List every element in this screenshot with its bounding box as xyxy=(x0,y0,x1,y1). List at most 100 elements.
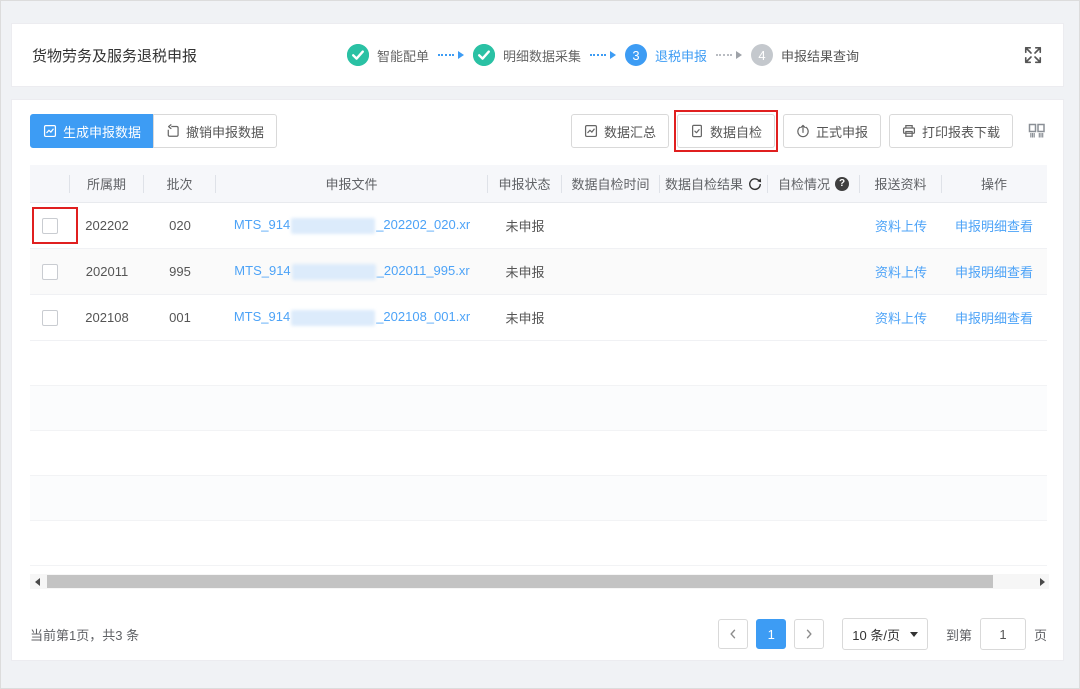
file-link[interactable]: MTS_914 _202108_001.xr xyxy=(234,309,470,326)
step-arrow-icon xyxy=(716,51,743,59)
row-checkbox[interactable] xyxy=(42,263,58,280)
toolbar: 生成申报数据 撤销申报数据 数据汇总 数据自检 正式申报 打印报表下载 xyxy=(30,110,1047,152)
button-label: 数据汇总 xyxy=(603,124,656,140)
cell-period: 202108 xyxy=(85,310,129,325)
prev-page-button[interactable] xyxy=(718,619,749,649)
cell-period: 202011 xyxy=(85,264,129,279)
button-label: 撤销申报数据 xyxy=(186,124,265,140)
cell-batch: 020 xyxy=(169,218,191,233)
cell-period: 202202 xyxy=(85,218,129,233)
main-card: 生成申报数据 撤销申报数据 数据汇总 数据自检 正式申报 打印报表下载 所属期 … xyxy=(11,99,1064,661)
row-checkbox[interactable] xyxy=(42,217,58,234)
cell-batch: 995 xyxy=(169,264,191,279)
page-size-value: 10 条/页 xyxy=(852,627,900,643)
upload-link[interactable]: 资料上传 xyxy=(875,216,927,235)
file-link[interactable]: MTS_914 _202011_995.xr xyxy=(234,263,470,280)
header-batch: 批次 xyxy=(144,174,216,193)
fullscreen-expand-icon[interactable] xyxy=(1023,45,1043,65)
upload-link[interactable]: 资料上传 xyxy=(875,308,927,327)
pagination-bar: 当前第1页，共3 条 1 10 条/页 到第 页 xyxy=(30,616,1047,652)
step-smart-matching[interactable]: 智能配单 xyxy=(346,44,429,66)
step-detail-collect[interactable]: 明细数据采集 xyxy=(472,44,581,66)
step-label: 明细数据采集 xyxy=(502,48,581,64)
cell-status: 未申报 xyxy=(505,311,545,326)
pagination-controls: 1 10 条/页 到第 页 xyxy=(718,618,1047,650)
empty-row xyxy=(30,521,1047,566)
button-label: 数据自检 xyxy=(709,124,762,140)
check-circle-icon xyxy=(346,44,369,66)
data-summary-button[interactable]: 数据汇总 xyxy=(570,114,669,148)
horizontal-scrollbar[interactable] xyxy=(30,574,1049,589)
redaction-blur xyxy=(291,217,376,234)
button-label: 正式申报 xyxy=(815,124,868,140)
upload-link[interactable]: 资料上传 xyxy=(875,262,927,281)
document-check-icon xyxy=(690,124,704,138)
chart-icon xyxy=(584,124,598,138)
cell-file: MTS_914 _202011_995.xr xyxy=(216,263,488,280)
step-arrow-icon xyxy=(437,51,464,59)
cell-status: 未申报 xyxy=(505,219,545,234)
header-period: 所属期 xyxy=(70,174,144,193)
check-circle-icon xyxy=(472,44,495,66)
header-file: 申报文件 xyxy=(216,174,488,193)
goto-page-group: 到第 页 xyxy=(946,618,1047,650)
goto-suffix-label: 页 xyxy=(1033,627,1047,643)
chart-icon xyxy=(43,124,57,138)
self-check-annotation-wrap: 数据自检 xyxy=(673,110,778,152)
empty-row xyxy=(30,341,1047,386)
formal-declare-button[interactable]: 正式申报 xyxy=(782,114,881,148)
column-settings-icon[interactable] xyxy=(1027,121,1047,141)
header-status: 申报状态 xyxy=(488,174,562,193)
button-label: 打印报表下载 xyxy=(921,124,1000,140)
app-screen: 货物劳务及服务退税申报 智能配单 明细数据采集 3 退税申报 4 申报结果查询 … xyxy=(0,0,1080,689)
header-check-result: 数据自检结果 xyxy=(660,174,768,193)
wizard-stepper: 智能配单 明细数据采集 3 退税申报 4 申报结果查询 xyxy=(197,44,1009,66)
header-card: 货物劳务及服务退税申报 智能配单 明细数据采集 3 退税申报 4 申报结果查询 xyxy=(11,23,1064,87)
upload-icon xyxy=(796,124,810,138)
table-header-row: 所属期 批次 申报文件 申报状态 数据自检时间 数据自检结果 自检情况 ? 报送… xyxy=(30,165,1047,203)
page-number-button[interactable]: 1 xyxy=(756,619,787,649)
scrollbar-thumb[interactable] xyxy=(47,575,993,588)
header-check-time: 数据自检时间 xyxy=(562,174,660,193)
scroll-left-arrow-icon[interactable] xyxy=(30,574,44,589)
table-row: 202011 995 MTS_914 _202011_995.xr 未申报 资料上… xyxy=(30,249,1047,295)
goto-page-input[interactable] xyxy=(979,618,1026,650)
step-result-query[interactable]: 4 申报结果查询 xyxy=(751,44,859,66)
cell-batch: 001 xyxy=(169,310,191,325)
step-tax-refund-declare[interactable]: 3 退税申报 xyxy=(625,44,707,66)
empty-row xyxy=(30,476,1047,521)
table-row: 202202 020 MTS_914 _202202_020.xr 未申报 资料上… xyxy=(30,203,1047,249)
redaction-blur xyxy=(291,309,376,326)
empty-row xyxy=(30,431,1047,476)
page-size-select[interactable]: 10 条/页 xyxy=(842,618,928,650)
step-label: 申报结果查询 xyxy=(781,48,860,64)
file-link[interactable]: MTS_914 _202202_020.xr xyxy=(234,217,470,234)
printer-icon xyxy=(902,124,916,138)
header-label: 自检情况 xyxy=(777,177,830,192)
row-checkbox[interactable] xyxy=(42,309,58,326)
declaration-table: 所属期 批次 申报文件 申报状态 数据自检时间 数据自检结果 自检情况 ? 报送… xyxy=(30,165,1047,566)
cell-status: 未申报 xyxy=(505,265,545,280)
refresh-icon[interactable] xyxy=(748,177,762,191)
revoke-declare-data-button[interactable]: 撤销申报数据 xyxy=(153,114,278,148)
next-page-button[interactable] xyxy=(794,619,825,649)
scroll-right-arrow-icon[interactable] xyxy=(1035,574,1049,589)
detail-link[interactable]: 申报明细查看 xyxy=(955,262,1033,281)
header-checkbox-column xyxy=(30,174,70,193)
print-report-download-button[interactable]: 打印报表下载 xyxy=(888,114,1013,148)
dropdown-caret-icon xyxy=(909,631,918,637)
help-question-icon[interactable]: ? xyxy=(835,176,849,191)
redaction-blur xyxy=(291,263,376,280)
step-arrow-icon xyxy=(590,51,616,59)
step-label: 退税申报 xyxy=(655,48,708,64)
cell-file: MTS_914 _202108_001.xr xyxy=(216,309,488,326)
button-label: 生成申报数据 xyxy=(63,124,142,140)
header-label: 数据自检结果 xyxy=(664,177,743,192)
step-number-icon: 4 xyxy=(751,44,774,66)
data-self-check-button[interactable]: 数据自检 xyxy=(676,114,775,148)
toolbar-left-group: 生成申报数据 撤销申报数据 xyxy=(30,114,278,148)
header-material: 报送资料 xyxy=(860,174,942,193)
detail-link[interactable]: 申报明细查看 xyxy=(955,308,1033,327)
detail-link[interactable]: 申报明细查看 xyxy=(955,216,1033,235)
generate-declare-data-button[interactable]: 生成申报数据 xyxy=(30,114,155,148)
